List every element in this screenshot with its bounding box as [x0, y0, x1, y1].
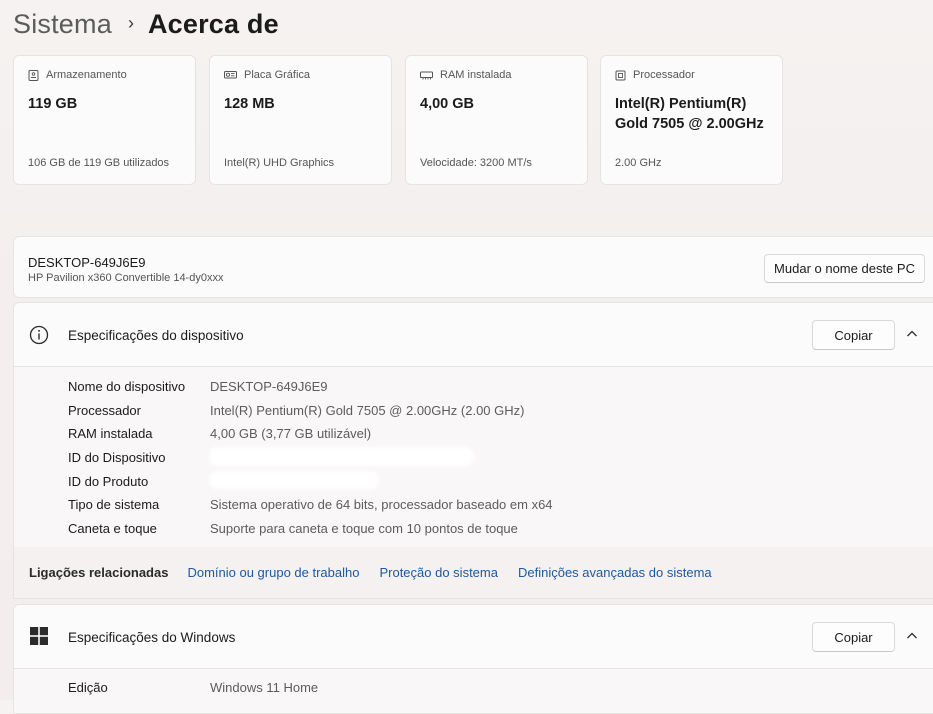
processor-card-value: Intel(R) Pentium(R) Gold 7505 @ 2.00GHz: [615, 96, 764, 132]
device-specs-body: Nome do dispositivo DESKTOP-649J6E9 Proc…: [14, 366, 933, 547]
spec-value[interactable]: Windows 11 Home: [210, 680, 318, 695]
link-system-protection[interactable]: Proteção do sistema: [379, 565, 498, 580]
processor-card-sub: 2.00 GHz: [615, 157, 662, 169]
spec-row: Edição Windows 11 Home: [68, 677, 318, 697]
breadcrumb-parent-sistema[interactable]: Sistema: [13, 9, 112, 40]
spec-label: Tipo de sistema: [68, 496, 160, 512]
chevron-up-icon[interactable]: [905, 327, 919, 341]
spec-label: ID do Produto: [68, 473, 149, 489]
spec-row: ID do Dispositivo: [68, 447, 210, 467]
processor-card: Processador Intel(R) Pentium(R) Gold 750…: [600, 55, 783, 185]
storage-card: Armazenamento 119 GB 106 GB de 119 GB ut…: [13, 55, 196, 185]
related-links-label: Ligações relacionadas: [29, 565, 169, 580]
spec-row: RAM instalada 4,00 GB (3,77 GB utilizáve…: [68, 423, 371, 443]
storage-icon: [28, 69, 39, 81]
device-specs-header[interactable]: Especificações do dispositivo Copiar: [14, 303, 933, 367]
spec-label: Nome do dispositivo: [68, 378, 186, 394]
gpu-card-sub: Intel(R) UHD Graphics: [224, 157, 335, 169]
link-advanced-system-settings[interactable]: Definições avançadas do sistema: [518, 565, 712, 580]
device-name-section: DESKTOP-649J6E9 HP Pavilion x360 Convert…: [13, 236, 933, 298]
ram-card-value: 4,00 GB: [420, 96, 474, 112]
storage-card-sub: 106 GB de 119 GB utilizados: [28, 157, 170, 169]
ram-card-title: RAM instalada: [440, 69, 512, 81]
rename-pc-button[interactable]: Mudar o nome deste PC: [764, 254, 925, 283]
spec-label: ID do Dispositivo: [68, 449, 166, 465]
device-model: HP Pavilion x360 Convertible 14-dy0xxx: [28, 272, 224, 284]
processor-card-title: Processador: [633, 69, 695, 81]
spec-label: Caneta e toque: [68, 520, 157, 536]
redaction-mark: [209, 471, 379, 489]
spec-label: RAM instalada: [68, 425, 153, 441]
windows-specs-title: Especificações do Windows: [68, 630, 236, 645]
device-name: DESKTOP-649J6E9: [28, 255, 146, 270]
chevron-right-icon: ›: [127, 12, 134, 33]
info-icon: [29, 325, 49, 345]
related-links-bar: Ligações relacionadas Domínio ou grupo d…: [13, 547, 933, 599]
spec-value[interactable]: Suporte para caneta e toque com 10 ponto…: [210, 521, 518, 536]
redaction-mark: [209, 447, 474, 466]
gpu-icon: [224, 71, 237, 79]
copy-windows-specs-button[interactable]: Copiar: [812, 622, 895, 652]
breadcrumb: Sistema › Acerca de: [13, 4, 279, 44]
link-domain-workgroup[interactable]: Domínio ou grupo de trabalho: [187, 565, 359, 580]
ram-icon: [420, 71, 433, 79]
spec-row: Processador Intel(R) Pentium(R) Gold 750…: [68, 400, 524, 420]
processor-icon: [615, 70, 626, 80]
windows-logo-icon: [30, 627, 48, 645]
gpu-card-title: Placa Gráfica: [244, 69, 311, 81]
windows-specs-body: Edição Windows 11 Home: [14, 668, 933, 713]
spec-label: Processador: [68, 402, 141, 418]
spec-value[interactable]: Intel(R) Pentium(R) Gold 7505 @ 2.00GHz …: [210, 403, 524, 418]
windows-specs-header[interactable]: Especificações do Windows Copiar: [14, 605, 933, 669]
storage-card-title: Armazenamento: [46, 69, 127, 81]
windows-specs-panel: Especificações do Windows Copiar Edição …: [13, 604, 933, 714]
page-title: Acerca de: [147, 8, 279, 39]
spec-value[interactable]: DESKTOP-649J6E9: [210, 379, 328, 394]
device-specs-panel: Especificações do dispositivo Copiar Nom…: [13, 302, 933, 548]
spec-value[interactable]: Sistema operativo de 64 bits, processado…: [210, 497, 553, 512]
spec-label: Edição: [68, 679, 108, 695]
gpu-card: Placa Gráfica 128 MB Intel(R) UHD Graphi…: [209, 55, 392, 185]
gpu-card-value: 128 MB: [224, 96, 275, 112]
ram-card-sub: Velocidade: 3200 MT/s: [420, 157, 532, 169]
spec-value[interactable]: 4,00 GB (3,77 GB utilizável): [210, 426, 371, 441]
spec-row: Tipo de sistema Sistema operativo de 64 …: [68, 494, 553, 514]
device-specs-title: Especificações do dispositivo: [68, 328, 244, 343]
chevron-up-icon[interactable]: [905, 629, 919, 643]
storage-card-value: 119 GB: [28, 96, 78, 112]
copy-device-specs-button[interactable]: Copiar: [812, 320, 895, 350]
spec-row: Nome do dispositivo DESKTOP-649J6E9: [68, 376, 328, 396]
spec-row: ID do Produto: [68, 471, 210, 491]
spec-row: Caneta e toque Suporte para caneta e toq…: [68, 518, 518, 538]
ram-card: RAM instalada 4,00 GB Velocidade: 3200 M…: [405, 55, 588, 185]
